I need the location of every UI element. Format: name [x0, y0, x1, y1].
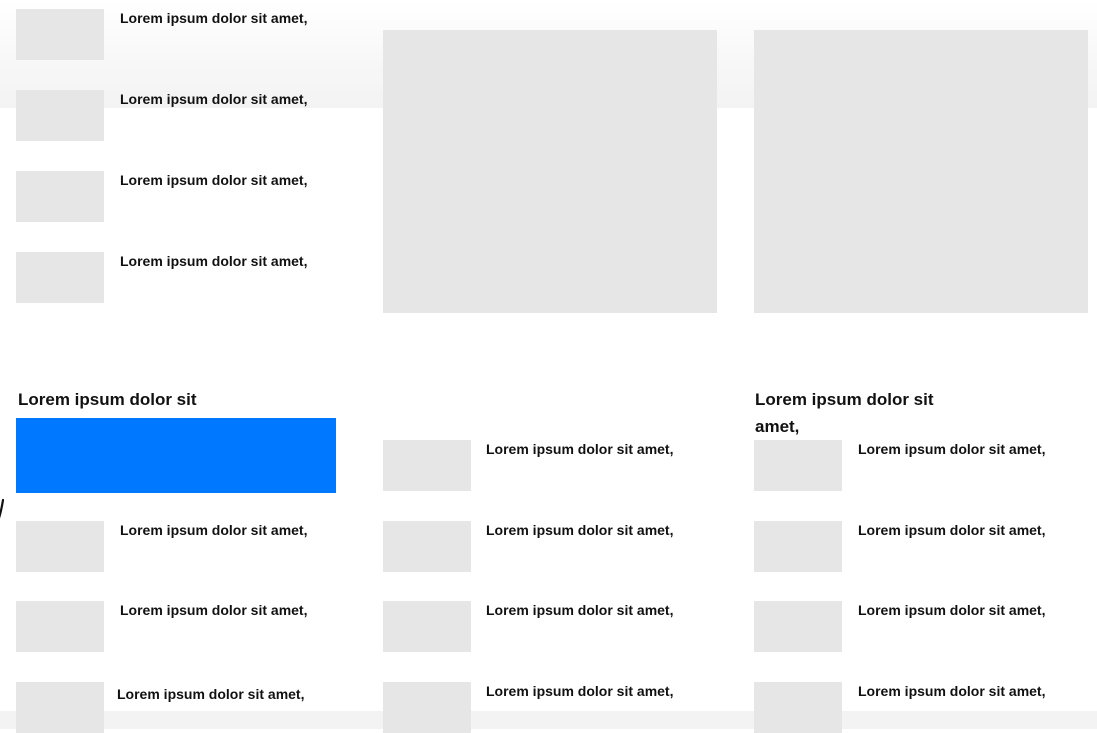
- list-item-title[interactable]: Lorem ipsum dolor sit amet,: [120, 253, 307, 270]
- list-item-thumbnail[interactable]: [383, 440, 471, 491]
- featured-image-middle[interactable]: [383, 30, 717, 313]
- list-item-thumbnail[interactable]: [754, 521, 842, 572]
- list-item-title[interactable]: Lorem ipsum dolor sit amet,: [117, 686, 304, 703]
- list-item-title[interactable]: Lorem ipsum dolor sit amet,: [486, 683, 673, 700]
- list-item-title[interactable]: Lorem ipsum dolor sit amet,: [486, 522, 673, 539]
- bottom-background: [0, 711, 1097, 729]
- list-item-thumbnail[interactable]: [754, 601, 842, 652]
- section-title[interactable]: Lorem ipsum dolor sit: [18, 389, 197, 411]
- list-item-title[interactable]: Lorem ipsum dolor sit amet,: [858, 441, 1045, 458]
- list-item-thumbnail[interactable]: [16, 90, 104, 141]
- list-item-title[interactable]: Lorem ipsum dolor sit amet,: [858, 683, 1045, 700]
- banner[interactable]: [16, 418, 336, 493]
- list-item-title[interactable]: Lorem ipsum dolor sit amet,: [486, 602, 673, 619]
- list-item-thumbnail[interactable]: [754, 440, 842, 491]
- list-item-thumbnail[interactable]: [16, 521, 104, 572]
- list-item-title[interactable]: Lorem ipsum dolor sit amet,: [858, 602, 1045, 619]
- featured-image-right[interactable]: [754, 30, 1088, 313]
- list-item-title[interactable]: Lorem ipsum dolor sit amet,: [120, 602, 307, 619]
- list-item-title[interactable]: Lorem ipsum dolor sit amet,: [120, 172, 307, 189]
- list-item-thumbnail[interactable]: [16, 252, 104, 303]
- list-item-title[interactable]: Lorem ipsum dolor sit amet,: [120, 91, 307, 108]
- list-item-title[interactable]: Lorem ipsum dolor sit amet,: [486, 441, 673, 458]
- section-title-line-2[interactable]: amet,: [755, 416, 799, 438]
- list-item-thumbnail[interactable]: [16, 171, 104, 222]
- list-item-title[interactable]: Lorem ipsum dolor sit amet,: [120, 10, 307, 27]
- list-item-thumbnail[interactable]: [754, 682, 842, 733]
- list-item-thumbnail[interactable]: [383, 521, 471, 572]
- section-title-line-1[interactable]: Lorem ipsum dolor sit: [755, 389, 934, 411]
- list-item-title[interactable]: Lorem ipsum dolor sit amet,: [858, 522, 1045, 539]
- list-item-thumbnail[interactable]: [16, 682, 104, 733]
- list-item-thumbnail[interactable]: [383, 682, 471, 733]
- list-item-thumbnail[interactable]: [16, 601, 104, 652]
- list-item-thumbnail[interactable]: [383, 601, 471, 652]
- list-item-title[interactable]: Lorem ipsum dolor sit amet,: [120, 522, 307, 539]
- list-item-thumbnail[interactable]: [16, 9, 104, 60]
- edge-mark-icon: [0, 498, 4, 519]
